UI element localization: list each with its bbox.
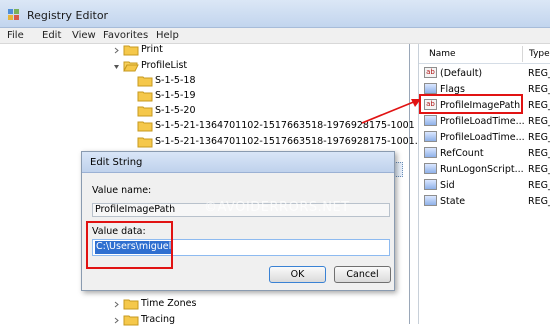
tree-item-label: S-1-5-19: [155, 90, 196, 101]
value-row-state[interactable]: State REG_D: [424, 193, 550, 209]
tree-item-label: S-1-5-21-1364701102-1517663518-197692817…: [155, 136, 436, 147]
menu-view[interactable]: View: [72, 30, 96, 41]
value-row-default[interactable]: ab (Default) REG_S: [424, 65, 550, 81]
tree-item-label: Time Zones: [141, 298, 197, 309]
value-type: REG_B: [528, 180, 550, 191]
folder-icon: [123, 299, 139, 310]
value-type: REG_D: [528, 164, 550, 175]
dialog-title: Edit String: [90, 157, 143, 168]
value-name: State: [440, 196, 466, 207]
value-type: REG_S: [528, 68, 550, 79]
profileimagepath-highlight-box: [419, 94, 523, 114]
registry-editor-icon: [8, 9, 19, 20]
tree-item-tracing[interactable]: Tracing: [113, 312, 303, 328]
open-folder-icon: [123, 61, 139, 72]
value-type: REG_D: [528, 132, 550, 143]
expand-icon[interactable]: [113, 301, 120, 308]
window-title: Registry Editor: [27, 9, 109, 22]
name-column-header[interactable]: Name: [429, 49, 456, 59]
type-column-header[interactable]: Type: [529, 49, 550, 59]
value-row-profileloadtime-2[interactable]: ProfileLoadTime... REG_D: [424, 129, 550, 145]
tree-item-s-1-5-20[interactable]: S-1-5-20: [137, 103, 327, 119]
value-type: REG_D: [528, 116, 550, 127]
values-column-header: Name Type: [419, 44, 550, 64]
tree-item-user-sid-bak[interactable]: S-1-5-21-1364701102-1517663518-197692817…: [137, 134, 435, 150]
watermark-dialog: ©AVOIDERRORS.NET: [204, 200, 350, 215]
ok-button[interactable]: OK: [269, 266, 326, 283]
tree-item-time-zones[interactable]: Time Zones: [113, 296, 303, 312]
expand-icon[interactable]: [113, 317, 120, 324]
value-row-runlogonscript[interactable]: RunLogonScript... REG_D: [424, 161, 550, 177]
dialog-title-bar: Edit String: [82, 152, 394, 173]
value-row-profileloadtime-1[interactable]: ProfileLoadTime... REG_D: [424, 113, 550, 129]
value-row-refcount[interactable]: RefCount REG_D: [424, 145, 550, 161]
binary-icon: [424, 163, 437, 174]
value-name: Sid: [440, 180, 455, 191]
value-name: RunLogonScript...: [440, 164, 524, 175]
title-bar: Registry Editor: [0, 0, 550, 28]
binary-icon: [424, 195, 437, 206]
binary-icon: [424, 131, 437, 142]
folder-icon: [137, 91, 153, 102]
binary-icon: [424, 115, 437, 126]
value-name: ProfileLoadTime...: [440, 116, 525, 127]
binary-icon: [424, 147, 437, 158]
value-name: RefCount: [440, 148, 484, 159]
menu-favorites[interactable]: Favorites: [103, 30, 148, 41]
value-type: REG_D: [528, 84, 550, 95]
string-icon: ab: [424, 67, 437, 78]
annotation-arrow-icon: [361, 99, 421, 124]
menu-edit[interactable]: Edit: [42, 30, 61, 41]
folder-icon: [123, 315, 139, 326]
folder-icon: [137, 106, 153, 117]
folder-icon: [137, 137, 153, 148]
value-name-text: ProfileImagePath: [95, 204, 176, 215]
menu-file[interactable]: File: [7, 30, 24, 41]
value-row-sid[interactable]: Sid REG_B: [424, 177, 550, 193]
tree-item-label: S-1-5-18: [155, 75, 196, 86]
tree-item-label: Tracing: [141, 314, 176, 325]
value-type: REG_D: [528, 196, 550, 207]
value-data-highlight-box: [86, 221, 173, 269]
cancel-button[interactable]: Cancel: [334, 266, 391, 283]
menu-help[interactable]: Help: [156, 30, 179, 41]
value-name: ProfileLoadTime...: [440, 132, 525, 143]
tree-item-label: ProfileList: [141, 60, 188, 71]
folder-icon: [137, 121, 153, 132]
folder-icon: [137, 76, 153, 87]
folder-icon: [123, 45, 139, 56]
binary-icon: [424, 83, 437, 94]
tree-item-print[interactable]: Print: [113, 42, 303, 58]
value-type: REG_E: [528, 100, 550, 111]
value-name: (Default): [440, 68, 483, 79]
expand-icon[interactable]: [113, 47, 120, 54]
tree-item-label: Print: [141, 44, 163, 55]
tree-item-s-1-5-19[interactable]: S-1-5-19: [137, 88, 327, 104]
value-type: REG_D: [528, 148, 550, 159]
watermark-top: ©AVOIDERRORS.NET: [220, 63, 377, 79]
tree-item-label: S-1-5-20: [155, 105, 196, 116]
column-divider[interactable]: [522, 46, 523, 62]
value-name-label: Value name:: [92, 185, 152, 196]
binary-icon: [424, 179, 437, 190]
collapse-icon[interactable]: [113, 63, 120, 70]
